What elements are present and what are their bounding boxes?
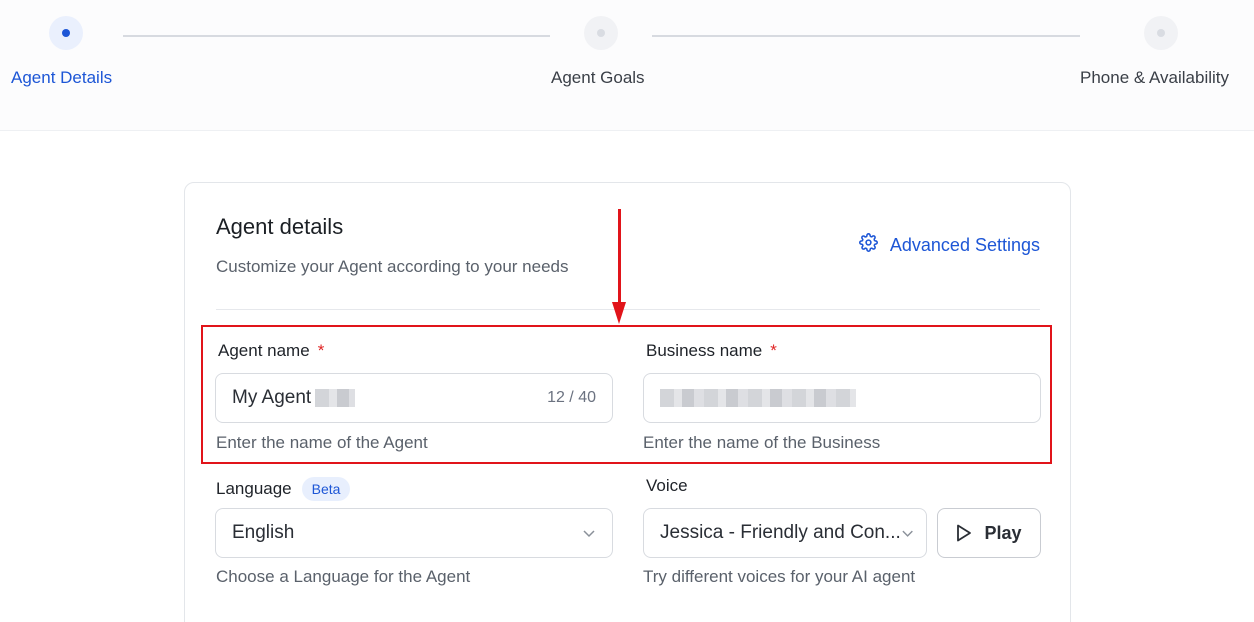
gear-icon xyxy=(858,233,878,257)
advanced-settings-label: Advanced Settings xyxy=(889,234,1040,255)
voice-label-text: Voice xyxy=(646,476,688,495)
voice-helper: Try different voices for your AI agent xyxy=(643,567,916,586)
language-helper: Choose a Language for the Agent xyxy=(216,567,471,586)
annotation-arrow xyxy=(618,209,621,305)
play-voice-button[interactable]: Play xyxy=(937,508,1041,558)
language-label: Language Beta xyxy=(216,477,351,501)
advanced-settings-button[interactable]: Advanced Settings xyxy=(858,233,1040,257)
step-connector xyxy=(123,35,550,37)
voice-label: Voice xyxy=(646,476,688,496)
chevron-down-icon xyxy=(902,530,913,537)
play-button-label: Play xyxy=(984,522,1022,543)
step-connector xyxy=(652,35,1080,37)
language-label-text: Language xyxy=(216,479,292,498)
step-phone-availability-label[interactable]: Phone & Availability xyxy=(1080,68,1229,88)
annotation-arrow-head xyxy=(612,302,626,324)
step-3-indicator[interactable] xyxy=(1144,16,1178,50)
beta-badge: Beta xyxy=(301,477,351,501)
step-agent-goals-label[interactable]: Agent Goals xyxy=(551,68,645,88)
progress-stepper: Agent Details Agent Goals Phone & Availa… xyxy=(0,0,1254,131)
annotation-highlight-box xyxy=(201,325,1052,464)
step-1-indicator[interactable] xyxy=(49,16,83,50)
voice-select[interactable]: Jessica - Friendly and Con... xyxy=(643,508,927,558)
card-title: Agent details xyxy=(216,214,344,239)
card-subtitle: Customize your Agent according to your n… xyxy=(216,257,569,276)
chevron-down-icon xyxy=(583,530,595,538)
step-2-indicator[interactable] xyxy=(584,16,618,50)
language-select[interactable]: English xyxy=(215,508,613,558)
step-agent-details-label[interactable]: Agent Details xyxy=(11,68,112,88)
language-selected-value: English xyxy=(232,522,295,543)
play-icon xyxy=(957,524,972,542)
section-divider xyxy=(216,309,1040,310)
voice-selected-value: Jessica - Friendly and Con... xyxy=(660,522,901,543)
